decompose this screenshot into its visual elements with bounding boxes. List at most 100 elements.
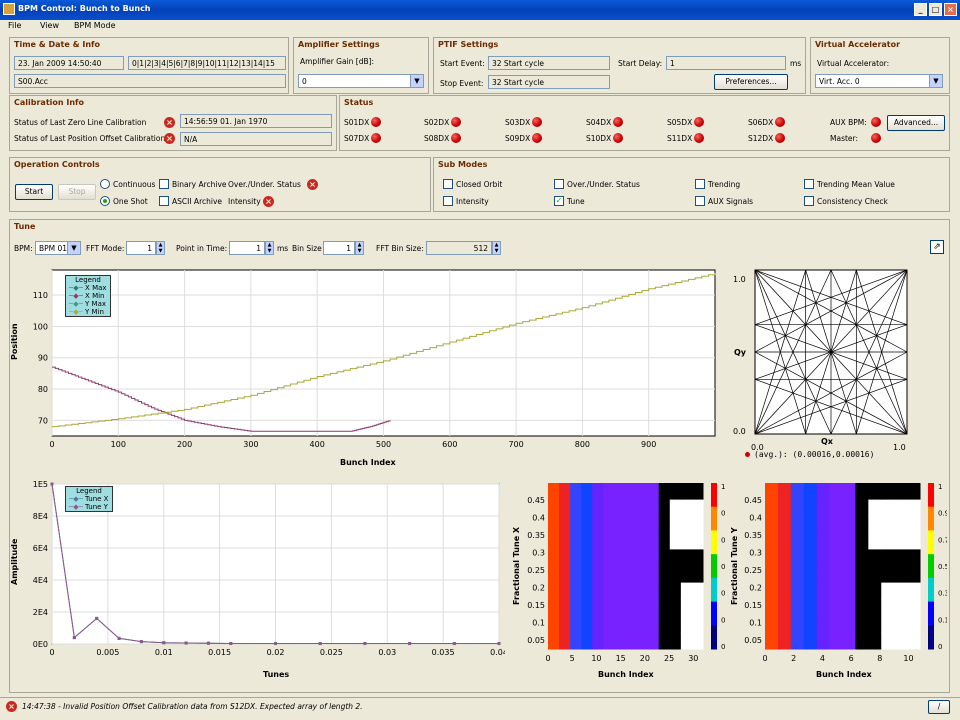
bpm-select[interactable]: BPM 01 ▼ <box>35 241 81 255</box>
gain-select[interactable]: 0 ▼ <box>298 74 424 88</box>
heatmap-cell <box>829 632 843 650</box>
heatmap-cell <box>691 599 704 617</box>
heatmap-cell <box>855 516 869 534</box>
fft-bin-size-spinner[interactable]: ▲ ▼ <box>492 241 501 255</box>
heatmap-cell <box>592 566 604 584</box>
heatmap-cell <box>691 499 704 517</box>
heatmap-cell <box>855 615 869 633</box>
x-tick-label: 30 <box>688 654 698 663</box>
chevron-down-icon[interactable]: ▼ <box>67 242 80 254</box>
virtual-acc-select[interactable]: Virt. Acc. 0 ▼ <box>815 74 943 88</box>
heatmap-cell <box>658 483 671 501</box>
colorbar-label: 0.5 <box>938 563 947 571</box>
position-ylabel: Position <box>10 323 19 360</box>
menu-view[interactable]: View <box>40 21 59 30</box>
x-tick-label: 20 <box>640 654 650 663</box>
heatmap-cell <box>842 615 856 633</box>
heatmap-cell <box>614 632 626 650</box>
heatmap-cell <box>603 499 615 517</box>
heatmap-cell <box>548 632 560 650</box>
status-s04dx: S04DX <box>586 118 612 127</box>
qx-label: Qx <box>821 437 833 446</box>
heatmap-cell <box>658 566 671 584</box>
virtual-acc-title: Virtual Accelerator <box>815 40 901 49</box>
legend-item: ─◆─ X Min <box>69 292 105 300</box>
heatmap-cell <box>625 566 638 584</box>
point-in-time-spinner[interactable]: ▲ ▼ <box>265 241 274 255</box>
bin-size-field[interactable]: 1 <box>323 241 355 255</box>
fft-mode-spinner[interactable]: ▲ ▼ <box>156 241 165 255</box>
heatmap-cell <box>777 516 792 534</box>
menu-file[interactable]: File <box>8 21 21 30</box>
ptif-group: PTIF Settings Start Event: 32 Start cycl… <box>433 37 806 94</box>
heatmap-cell <box>570 549 582 567</box>
status-led-icon <box>532 117 542 127</box>
legend-item: ─◆─ X Max <box>69 284 107 292</box>
closed-orbit-checkbox[interactable] <box>443 179 453 189</box>
binary-archive-checkbox[interactable] <box>159 179 169 189</box>
bin-size-spinner[interactable]: ▲ ▼ <box>355 241 364 255</box>
heatmap-cell <box>765 532 779 550</box>
y-tick-label: 8E4 <box>33 512 48 521</box>
trending-mean-checkbox[interactable] <box>804 179 814 189</box>
advanced-button[interactable]: Advanced... <box>887 115 945 131</box>
close-button[interactable]: × <box>944 3 957 16</box>
overunder-checkbox[interactable] <box>554 179 564 189</box>
intensity-checkbox[interactable] <box>443 196 453 206</box>
heatmap-cell <box>907 599 921 617</box>
heatmap-cell <box>658 632 671 650</box>
bpm-label: BPM: <box>14 244 33 253</box>
heatmap-cell <box>907 499 921 517</box>
aux-signals-checkbox[interactable] <box>695 196 705 206</box>
heatmap-cell <box>881 499 895 517</box>
continuous-radio[interactable] <box>100 179 110 189</box>
colorbar-segment <box>928 577 934 603</box>
continuous-label: Continuous <box>113 180 156 189</box>
data-point <box>229 642 233 646</box>
detach-icon[interactable]: ⇗ <box>930 240 944 254</box>
chevron-down-icon[interactable]: ▼ <box>410 75 423 87</box>
heatmap-cell <box>803 599 818 617</box>
stop-event-field[interactable]: 32 Start cycle <box>488 75 610 89</box>
one-shot-radio[interactable] <box>100 196 110 206</box>
start-event-field[interactable]: 32 Start cycle <box>488 56 610 70</box>
legend-x-min: X Min <box>85 292 105 300</box>
heatmap-cell <box>777 483 792 501</box>
fft-mode-field[interactable]: 1 <box>126 241 156 255</box>
heatmap-cell <box>658 516 671 534</box>
start-button[interactable]: Start <box>15 184 53 200</box>
maximize-button[interactable]: □ <box>929 3 942 16</box>
heatmap-tune-y: 0.050.10.150.20.250.30.350.40.450 2 4 6 8 10 … <box>744 483 947 663</box>
y-tick-label: 110 <box>33 291 48 300</box>
heatmap-cell <box>581 532 593 550</box>
colorbar-label: 0.9 <box>938 510 947 518</box>
menu-bpm-mode[interactable]: BPM Mode <box>74 21 116 30</box>
error-icon: × <box>263 196 274 207</box>
trending-checkbox[interactable] <box>695 179 705 189</box>
heatmap-cell <box>625 582 638 600</box>
point-in-time-field[interactable]: 1 <box>229 241 265 255</box>
x-tick-label: 0.02 <box>267 648 285 657</box>
heatmap-cell <box>855 599 869 617</box>
consistency-checkbox[interactable] <box>804 196 814 206</box>
y-tick-label: 0.35 <box>744 531 762 540</box>
minimize-button[interactable]: _ <box>914 3 927 16</box>
heatmap-cell <box>625 632 638 650</box>
chevron-down-icon[interactable]: ▼ <box>929 75 942 87</box>
ascii-archive-checkbox[interactable] <box>159 196 169 206</box>
preferences-button[interactable]: Preferences... <box>714 74 788 90</box>
fft-bin-size-field: 512 <box>426 241 492 255</box>
heatmap-cell <box>636 599 649 617</box>
x-tick-label: 5 <box>570 654 575 663</box>
log-button[interactable]: / <box>928 700 950 714</box>
status-s05dx: S05DX <box>667 118 693 127</box>
overunder-submode-label: Over./Under. Status <box>567 180 640 189</box>
start-delay-field[interactable]: 1 <box>666 56 786 70</box>
gain-label: Amplifier Gain [dB]: <box>300 57 375 66</box>
heatmap-cell <box>658 599 671 617</box>
tune-checkbox[interactable]: ✓ <box>554 196 564 206</box>
heatmap-cell <box>842 599 856 617</box>
stop-button[interactable]: Stop <box>58 184 96 200</box>
heatmap-cell <box>647 532 660 550</box>
heatmap-cell <box>816 483 831 501</box>
